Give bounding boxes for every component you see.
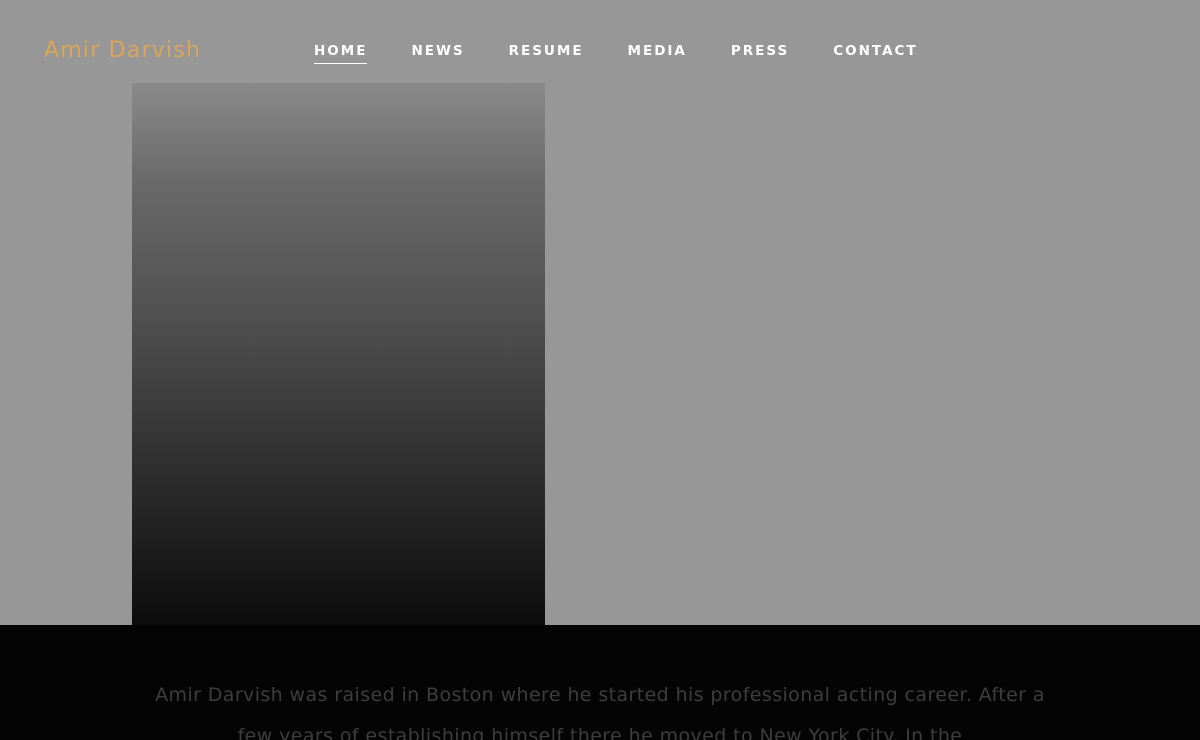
bio-section: Amir Darvish was raised in Boston where … xyxy=(0,625,1200,740)
nav-item-contact[interactable]: CONTACT xyxy=(833,43,917,64)
portrait-photo xyxy=(132,83,545,625)
nav-item-news[interactable]: NEWS xyxy=(411,43,464,64)
nav-item-press[interactable]: PRESS xyxy=(731,43,789,64)
site-logo[interactable]: Amir Darvish xyxy=(44,36,201,66)
main-nav: HOME NEWS RESUME MEDIA PRESS CONTACT xyxy=(314,43,918,64)
bio-text: Amir Darvish was raised in Boston where … xyxy=(155,684,1045,740)
nav-item-media[interactable]: MEDIA xyxy=(628,43,687,64)
site-header: Amir Darvish HOME NEWS RESUME MEDIA PRES… xyxy=(0,0,1200,83)
nav-item-home[interactable]: HOME xyxy=(314,43,368,64)
nav-item-resume[interactable]: RESUME xyxy=(509,43,584,64)
